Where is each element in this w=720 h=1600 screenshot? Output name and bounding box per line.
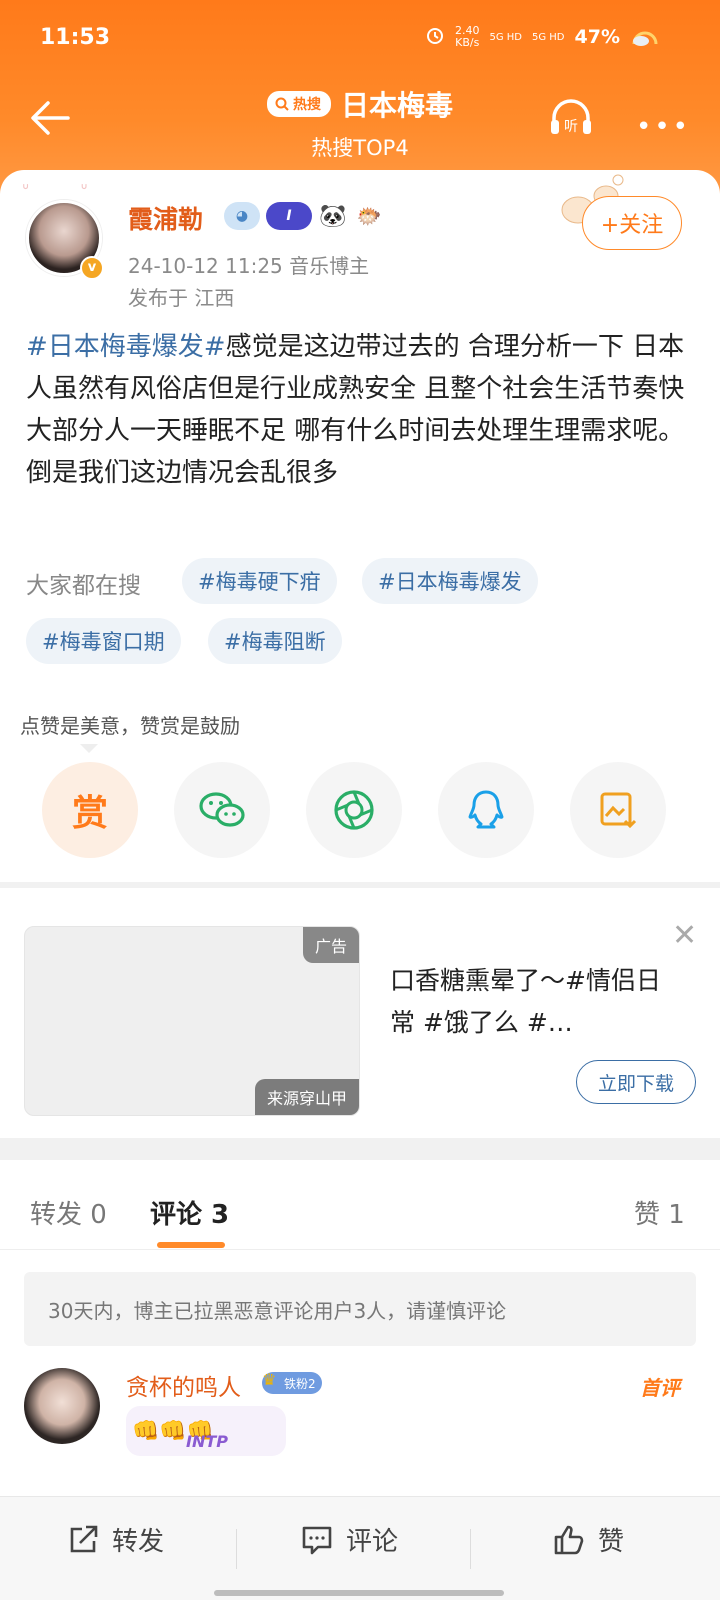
comment-button[interactable]: 评论 — [300, 1521, 398, 1558]
cloud-rainbow-icon — [630, 24, 660, 50]
save-image-share-button[interactable] — [570, 762, 666, 858]
fish-icon: 🐡 — [356, 204, 382, 228]
section-divider — [0, 1138, 720, 1160]
like-hint: 点赞是美意，赞赏是鼓励 — [20, 714, 240, 738]
battery-level: 47% — [574, 26, 620, 48]
ad-download-button[interactable]: 立即下载 — [576, 1060, 696, 1104]
member-badge-icon: ◕ — [224, 202, 260, 230]
author-name[interactable]: 霞浦勒 — [128, 200, 203, 236]
search-chip[interactable]: #梅毒阻断 — [208, 618, 342, 664]
post-hashtag[interactable]: #日本梅毒爆发# — [26, 332, 226, 362]
bar-separator — [236, 1529, 237, 1569]
network-speed: 2.40 KB/s — [455, 25, 480, 49]
verified-badge-icon: v — [80, 256, 104, 280]
related-searches-label: 大家都在搜 — [26, 573, 141, 599]
wechat-share-button[interactable] — [174, 762, 270, 858]
tab-repost[interactable]: 转发 0 — [30, 1194, 107, 1231]
search-chip[interactable]: #梅毒硬下疳 — [182, 558, 337, 604]
reward-label: 赏 — [71, 793, 108, 834]
post-time-role: 24-10-12 11:25 音乐博主 — [128, 254, 370, 278]
network-speed-unit: KB/s — [455, 36, 480, 49]
tab-likes[interactable]: 赞 1 — [634, 1194, 685, 1231]
comment-label: 评论 — [346, 1527, 399, 1557]
hot-search-label: 热搜 — [292, 97, 321, 113]
like-label: 赞 — [598, 1527, 625, 1557]
bunny-ears-decoration: ᐡ ᐡ — [22, 180, 88, 201]
page-title: 日本梅毒 — [340, 89, 453, 122]
author-badges: ◕ I 🐼 🐡 — [224, 202, 384, 230]
comment-notice: 30天内，博主已拉黑恶意评论用户3人，请谨慎评论 — [24, 1272, 696, 1346]
alarm-icon — [425, 25, 445, 49]
search-icon — [275, 97, 289, 111]
ad-label: 广告 — [302, 927, 359, 963]
search-chip[interactable]: #梅毒窗口期 — [26, 618, 181, 664]
listen-label: 听 — [564, 119, 578, 135]
thumbs-up-icon — [554, 1525, 584, 1554]
more-options-icon[interactable]: ••• — [636, 112, 691, 142]
level-badge: I — [266, 202, 312, 230]
qq-share-button[interactable] — [438, 762, 534, 858]
listen-headphones-icon[interactable]: 听 — [548, 98, 594, 138]
reward-button[interactable]: 赏 — [42, 762, 138, 858]
repost-label: 转发 — [112, 1527, 165, 1557]
like-hint-pointer — [80, 744, 98, 753]
tab-comments[interactable]: 评论 3 — [150, 1194, 229, 1231]
crown-icon: ♛ — [262, 1370, 277, 1389]
section-divider — [0, 882, 720, 888]
signal-1-icon: 5G HD — [489, 31, 522, 43]
panda-icon: 🐼 — [319, 203, 347, 229]
active-tab-indicator — [157, 1242, 225, 1248]
follow-button[interactable]: +关注 — [582, 196, 682, 250]
moments-icon — [334, 790, 374, 830]
post-content: #日本梅毒爆发#感觉是这边带过去的 合理分析一下 日本人虽然有风俗店但是行业成熟… — [26, 326, 694, 494]
close-icon[interactable]: ✕ — [672, 918, 697, 953]
like-button[interactable]: 赞 — [552, 1521, 624, 1558]
page-subtitle: 热搜TOP4 — [311, 136, 409, 160]
commenter-name[interactable]: 贪杯的鸣人 — [126, 1368, 241, 1402]
post-location: 发布于 江西 — [128, 286, 235, 310]
ad-image[interactable]: 广告 来源穿山甲 — [24, 926, 360, 1116]
signal-2-icon: 5G HD — [532, 31, 565, 43]
bottom-action-bar: 转发 评论 赞 — [0, 1496, 720, 1600]
title-area: 热搜 日本梅毒 热搜TOP4 — [0, 84, 720, 162]
first-comment-badge: 首评 — [640, 1376, 680, 1400]
status-time: 11:53 — [40, 24, 111, 50]
qq-icon — [468, 790, 504, 829]
comment-sticker: INTP — [186, 1432, 228, 1451]
commenter-avatar[interactable] — [24, 1368, 100, 1444]
status-right: 2.40 KB/s 5G HD 5G HD 47% — [425, 24, 660, 50]
share-icon — [70, 1525, 98, 1552]
comment-icon — [302, 1526, 332, 1554]
interaction-tabs: 转发 0 评论 3 赞 1 — [0, 1160, 720, 1250]
bar-separator — [470, 1529, 471, 1569]
search-chip[interactable]: #日本梅毒爆发 — [362, 558, 538, 604]
status-bar: 11:53 2.40 KB/s 5G HD 5G HD 47% — [40, 22, 660, 52]
hot-search-badge: 热搜 — [266, 91, 331, 117]
home-indicator — [214, 1590, 504, 1596]
image-download-icon — [600, 792, 637, 829]
wechat-icon — [199, 792, 245, 827]
moments-share-button[interactable] — [306, 762, 402, 858]
post-card: ᐡ ᐡ v 霞浦勒 ◕ I 🐼 🐡 24-10-12 11:25 音乐博主 发布… — [0, 170, 720, 885]
ad-text[interactable]: 口香糖熏晕了～#情侣日常 #饿了么 #… — [390, 960, 680, 1044]
repost-button[interactable]: 转发 — [66, 1521, 164, 1558]
ad-source: 来源穿山甲 — [254, 1079, 359, 1115]
